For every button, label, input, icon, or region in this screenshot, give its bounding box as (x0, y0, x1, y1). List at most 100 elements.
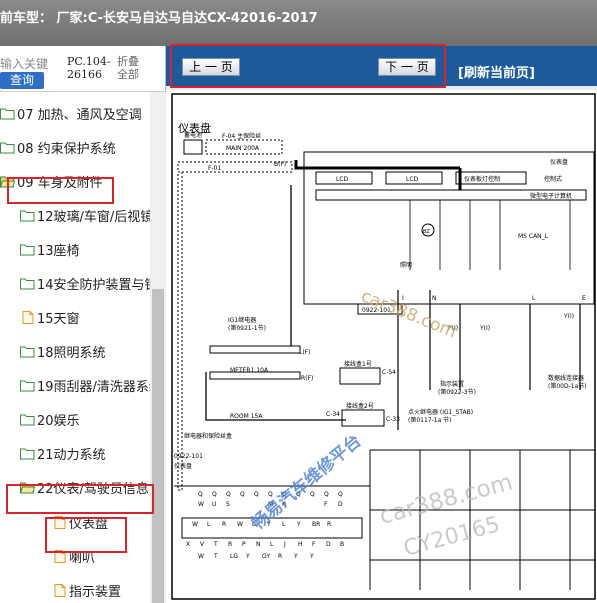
pin-label: Q (226, 491, 231, 498)
ig1-relay-label: IG1继电器 (228, 316, 256, 324)
section-22-highlight (6, 484, 154, 514)
pin-label: X (186, 541, 190, 548)
pin-label: Q (268, 491, 273, 498)
y-i-2-label: Y(I) (563, 313, 574, 320)
pin-label: LG (230, 553, 238, 560)
c54-label: C-54 (382, 369, 396, 376)
pin-label: R (222, 521, 226, 528)
section-09-highlight (7, 177, 114, 204)
tree-item[interactable]: 07 加热、通风及空调 (0, 103, 142, 123)
lcd-1-label: LCD (336, 176, 349, 183)
tree-item[interactable]: 19雨刮器/清洗器系统 (20, 375, 150, 395)
tree-item-label: 15天窗 (37, 311, 80, 327)
tree-item-label: 14安全防护装置与锁 (37, 277, 150, 293)
tree-item[interactable]: 15天窗 (20, 307, 80, 327)
folder-icon (20, 277, 37, 290)
c34-label: C-34 (326, 411, 340, 418)
tree-item[interactable]: 08 约束保护系统 (0, 137, 116, 157)
scrollbar-thumb[interactable] (152, 289, 164, 603)
ms-can-label: MS CAN_L (518, 233, 549, 240)
pin-n: N (432, 295, 437, 302)
tree-item-label: 13座椅 (37, 243, 80, 259)
pin-label: J (283, 541, 286, 548)
pin-label: W (237, 521, 243, 528)
search-bar: 输入关键 查询 PC.104- 26166 折叠 全部 (0, 46, 165, 92)
document-icon (52, 583, 69, 597)
pin-label: T (213, 553, 218, 560)
diagram-pane: 上 一 页 下 一 页 [刷新当前页] 仪表盘 蓄电池 F-04 主保险丝 MA… (166, 46, 597, 603)
tree-item[interactable]: 12玻璃/车窗/后视镜 (20, 205, 150, 225)
relay-box-label: 继电器和保险丝盒 (184, 432, 232, 440)
pin-label: Y (245, 553, 250, 560)
ig1-relay-ref: (第0921-1节) (228, 324, 266, 332)
microcomputer-label: 微型电子计算机 (530, 192, 572, 200)
pin-label: Q (254, 491, 259, 498)
pin-label: Q (324, 491, 329, 498)
rf-label: R(F) (301, 375, 313, 382)
tree-item[interactable]: 指示装置 (52, 580, 121, 600)
pin-label: W (198, 553, 204, 560)
tree-scrollbar[interactable] (150, 92, 166, 603)
battery-label: 蓄电池 (184, 131, 202, 139)
folder-icon (20, 447, 37, 460)
ig-relay-2-label: 点火继电器 (IG1_STAB) (408, 408, 473, 416)
folder-icon (0, 107, 17, 120)
pin-label: N (256, 541, 261, 548)
tree-item[interactable]: 21动力系统 (20, 443, 106, 463)
pin-label: Y (296, 521, 301, 528)
pin-label: S (226, 501, 230, 508)
lighting-label: 照明 (400, 262, 412, 269)
pin-label: R (327, 521, 331, 528)
pin-label: R (278, 553, 282, 560)
pin-e: E (582, 295, 586, 302)
tree-item[interactable]: 14安全防护装置与锁 (20, 273, 150, 293)
pin-label: Q (198, 491, 203, 498)
pc-code: PC.104- 26166 (67, 55, 111, 81)
bottom-connector-label: 仪表盘 (174, 462, 192, 470)
refresh-page-button[interactable]: [刷新当前页] (458, 62, 535, 81)
pin-label: B (340, 541, 344, 548)
pin-label: GY (262, 553, 270, 560)
tree-item-label: 指示装置 (69, 584, 122, 600)
pin-label: H (298, 541, 303, 548)
room-fuse-label: ROOM 15A (230, 413, 263, 420)
pin-label: BR (312, 521, 320, 528)
pin-label: D (338, 501, 343, 508)
folder-icon (0, 141, 17, 154)
pin-label: Q (212, 491, 217, 498)
pin-label: U (212, 501, 216, 508)
instrument-panel-highlight (45, 517, 127, 553)
main-fuse-label: MAIN 200A (226, 145, 260, 152)
pin-label: Q (240, 491, 245, 498)
folder-icon (20, 243, 37, 256)
pin-label: W (192, 521, 198, 528)
pin-label: T (213, 541, 218, 548)
tree-item[interactable]: 13座椅 (20, 239, 80, 259)
bottom-connector-code: 0922-101 (174, 453, 203, 460)
folder-icon (20, 413, 37, 426)
pin-label: R (228, 541, 232, 548)
data-link-ref: (第00D-1a节) (548, 382, 587, 390)
wiring-diagram: 仪表盘 蓄电池 F-04 主保险丝 MAIN 200A F-01 B(F) IG… (170, 90, 597, 603)
folder-icon (20, 209, 37, 222)
buzzer-label: BZ (423, 229, 430, 235)
meter-fuse-label: METER1 10A (230, 367, 269, 374)
tree-item-label: 21动力系统 (37, 447, 106, 463)
pin-label: W (198, 501, 204, 508)
tree-item[interactable]: 20娱乐 (20, 409, 80, 429)
lf-label: L(F) (299, 349, 310, 356)
search-input[interactable]: 输入关键 (0, 55, 48, 72)
window-title-bar: 前车型： 厂家:C-长安马自达马自达CX-42016-2017 (0, 0, 597, 46)
tree-item-label: 08 约束保护系统 (17, 141, 116, 157)
nav-highlight-box (170, 44, 446, 88)
query-button[interactable]: 查询 (0, 72, 44, 89)
fuse-box-label: F-04 主保险丝 (222, 132, 261, 140)
pin-label: Q (338, 491, 343, 498)
collapse-all-button[interactable]: 折叠 全部 (117, 55, 139, 81)
pin-label: Y (309, 553, 314, 560)
tree-item[interactable]: 18照明系统 (20, 341, 106, 361)
folder-icon (20, 379, 37, 392)
pin-label: F (324, 501, 328, 508)
control-2-label: 控制式 (544, 175, 562, 183)
tree-item-label: 19雨刮器/清洗器系统 (37, 379, 150, 395)
